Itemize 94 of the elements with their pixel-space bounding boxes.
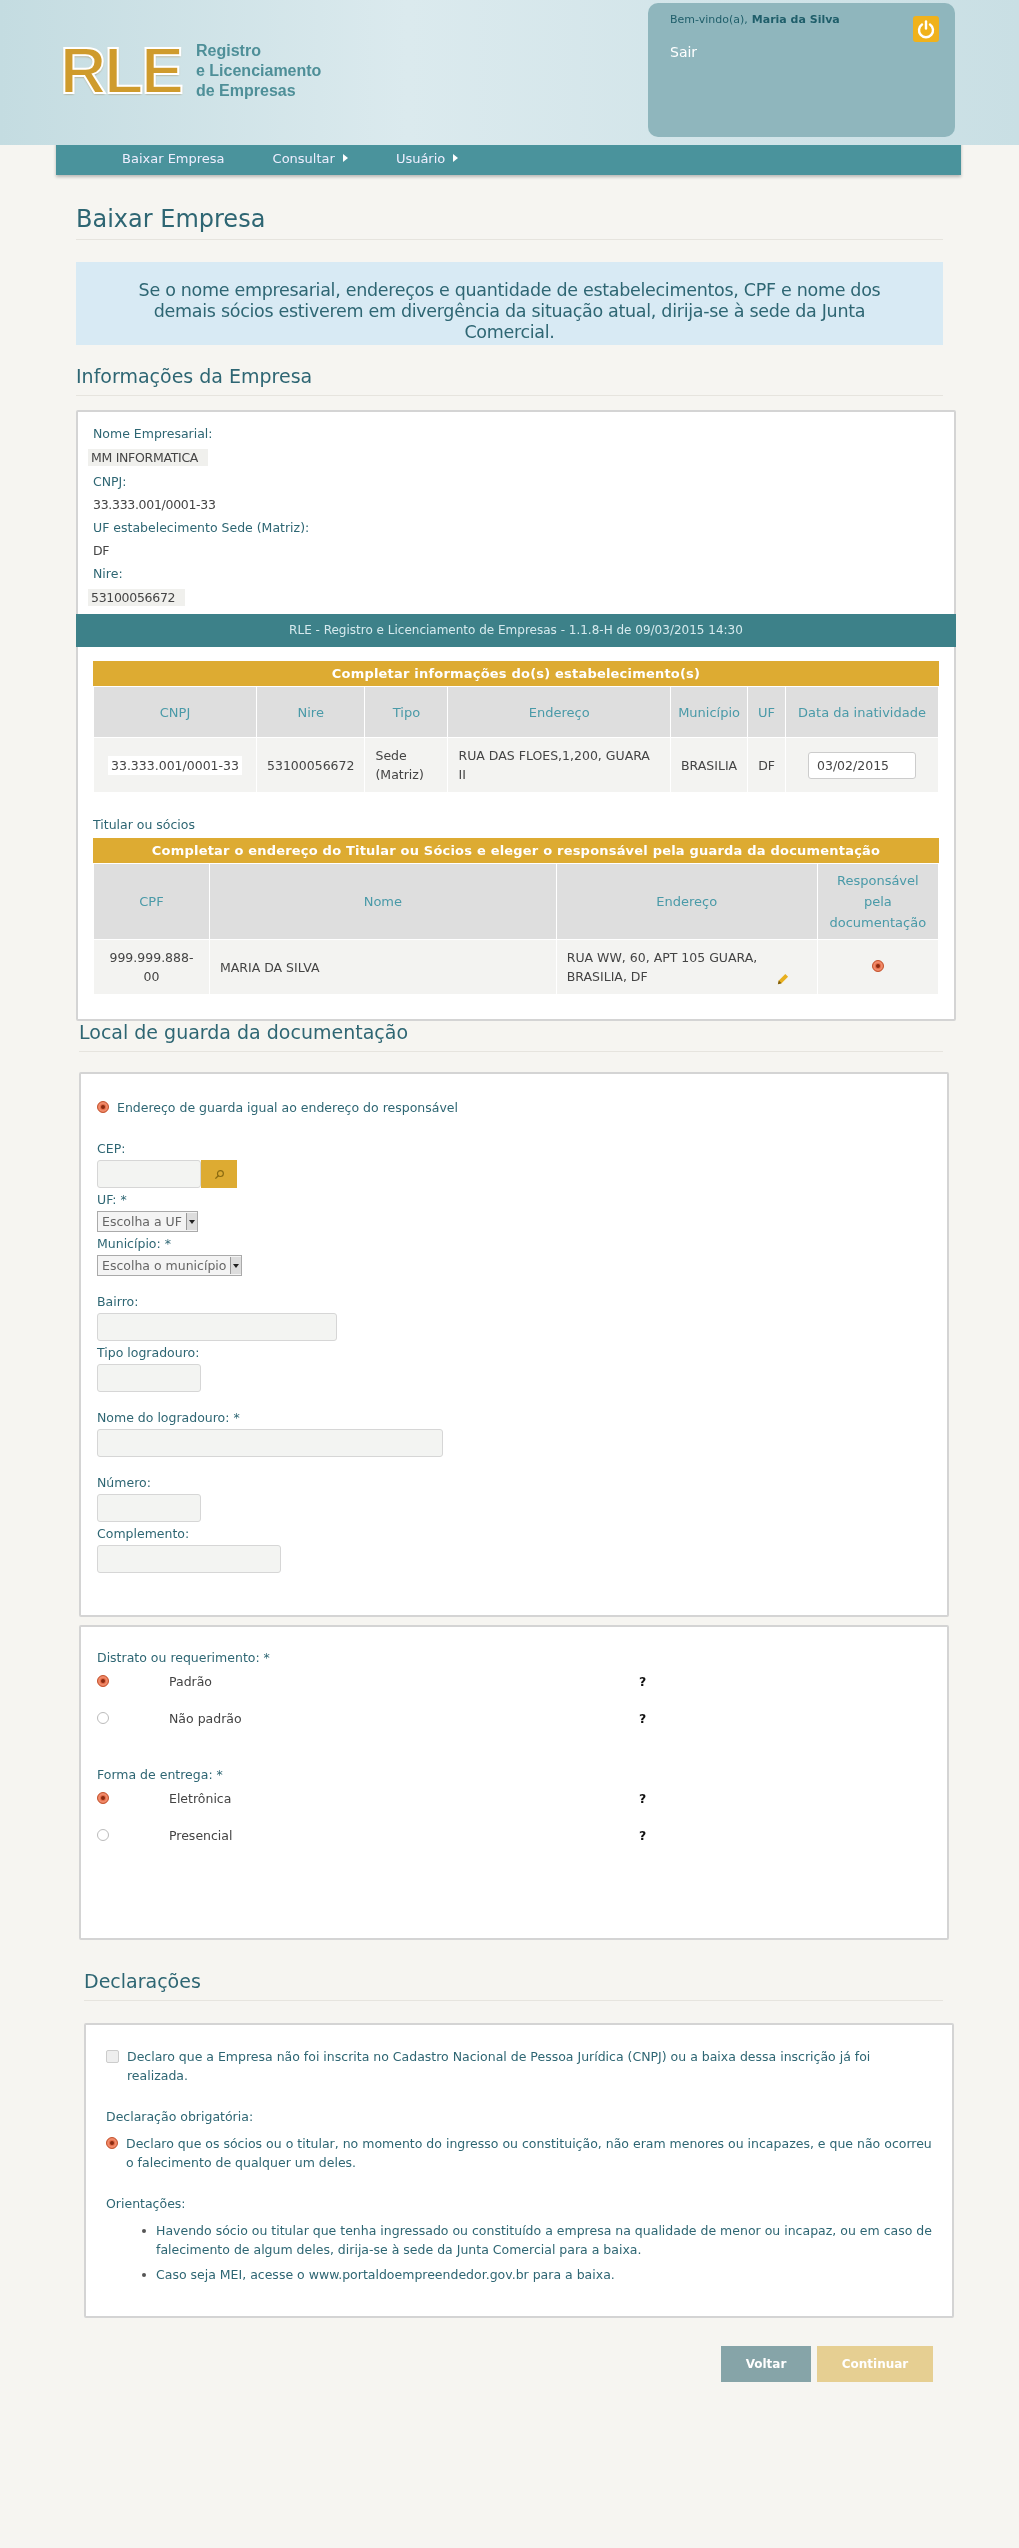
table-cell: Sede (Matriz) — [365, 737, 448, 793]
table-cell: 999.999.888-00 — [93, 939, 210, 995]
cep-field[interactable] — [97, 1160, 201, 1188]
field-value: DF — [93, 543, 110, 558]
welcome-text: Bem-vindo(a), — [670, 13, 748, 26]
help-mark[interactable]: ? — [639, 1710, 647, 1726]
table-cell: BRASILIA — [670, 737, 748, 793]
input-field[interactable] — [97, 1364, 201, 1392]
checkbox[interactable] — [106, 2050, 119, 2063]
input-field[interactable] — [97, 1494, 201, 1522]
radio-label: Presencial — [169, 1827, 234, 1843]
user-name: Maria da Silva — [751, 13, 840, 26]
field-label: Orientações: — [106, 2196, 187, 2211]
radio-button[interactable] — [871, 959, 884, 972]
logo-subtitle: e Licenciamento — [196, 61, 322, 81]
table-cell: RUA DAS FLOES,1,200, GUARA II — [448, 737, 671, 793]
column-header: Data da inatividade — [785, 686, 939, 738]
column-header: Tipo — [365, 686, 448, 738]
field-label: Bairro: — [97, 1294, 139, 1309]
caret-icon — [188, 1219, 195, 1224]
search-icon — [213, 1168, 225, 1180]
search-button[interactable] — [201, 1160, 237, 1188]
notice-banner: Se o nome empresarial, endereços e quantidade de estabelecimentos, CPF e nome dos demais sócios estiverem em divergência da situação atual, dirija-se à sede da Junta Comercial. — [76, 262, 943, 345]
column-header: CPF — [93, 863, 210, 940]
section-title: Informações da Empresa — [76, 365, 943, 396]
column-header: UF — [747, 686, 786, 738]
field-label: Nome do logradouro: * — [97, 1410, 240, 1425]
page-title: Baixar Empresa — [76, 205, 943, 240]
logo-subtitle: de Empresas — [196, 81, 297, 101]
dropdown[interactable]: Escolha a UF — [97, 1211, 198, 1232]
field-label: Município: * — [97, 1236, 171, 1251]
table-cell: 53100056672 — [256, 737, 365, 793]
help-mark[interactable]: ? — [639, 1790, 647, 1806]
caret-icon — [233, 1263, 240, 1268]
radio-button[interactable] — [106, 2137, 118, 2149]
radio-button[interactable] — [97, 1829, 109, 1841]
field-label: Nire: — [93, 566, 123, 581]
radio-button[interactable] — [97, 1101, 109, 1113]
section-title: Local de guarda da documentação — [79, 1021, 943, 1052]
table-cell-text: RUA WW, 60, APT 105 GUARA, BRASILIA, DF — [566, 949, 759, 986]
help-mark[interactable]: ? — [639, 1673, 647, 1689]
field-label: Forma de entrega: * — [97, 1767, 223, 1782]
table-cell: DF — [747, 737, 786, 793]
field-label: Declaração obrigatória: — [106, 2109, 255, 2124]
column-header: Endereço — [556, 863, 818, 940]
radio-label: Eletrônica — [169, 1790, 233, 1806]
date-field[interactable]: 03/02/2015 — [808, 751, 916, 779]
logo: RLE — [60, 34, 182, 108]
input-field[interactable] — [97, 1429, 443, 1457]
nav-item[interactable]: Consultar — [272, 150, 348, 166]
input-field[interactable] — [97, 1545, 281, 1573]
input-field[interactable] — [97, 1313, 337, 1341]
table-cell: MARIA DA SILVA — [209, 939, 557, 995]
table-title: Completar informações do(s) estabelecimento(s) — [93, 661, 939, 686]
column-header: Endereço — [448, 686, 671, 738]
field-label: Nome Empresarial: — [93, 426, 213, 441]
radio-button[interactable] — [97, 1792, 109, 1804]
table-cell: 33.333.001/0001-33 — [108, 755, 242, 775]
guidance-item: Havendo sócio ou titular que tenha ingressado ou constituído a empresa na qualidade de menor ou incapaz, ou em caso de falecimento de algum deles, dirija-se à sede da Junta Comercial para a baixa. — [156, 2222, 932, 2259]
field-label: UF: * — [97, 1192, 127, 1207]
field-label: CNPJ: — [93, 474, 127, 489]
field-label: Tipo logradouro: — [97, 1345, 200, 1360]
field-label: Distrato ou requerimento: * — [97, 1650, 270, 1665]
column-header: CNPJ — [93, 686, 257, 738]
column-header: Nome — [209, 863, 557, 940]
radio-button[interactable] — [97, 1712, 109, 1724]
radio-label: Padrão — [169, 1673, 214, 1689]
section-title: Declarações — [84, 1970, 943, 2001]
pencil-icon[interactable] — [775, 973, 789, 986]
checkbox-label: Declaro que a Empresa não foi inscrita no Cadastro Nacional de Pessoa Jurídica (CNPJ) ou a baixa dessa inscrição já foi realizada. — [127, 2048, 872, 2085]
nav-item[interactable]: Usuário — [395, 150, 459, 166]
help-mark[interactable]: ? — [639, 1827, 647, 1843]
field-label: CEP: — [97, 1141, 126, 1156]
version-bar: RLE - Registro e Licenciamento de Empresas - 1.1.8-H de 09/03/2015 14:30 — [76, 614, 956, 647]
field-value: 53100056672 — [88, 589, 186, 606]
column-header: Responsável pela documentação — [817, 863, 939, 940]
power-icon[interactable] — [913, 16, 939, 42]
field-label: Complemento: — [97, 1526, 190, 1541]
radio-label: Não padrão — [169, 1710, 243, 1726]
dropdown[interactable]: Escolha o município — [97, 1255, 243, 1276]
section-label: Titular ou sócios — [93, 817, 196, 832]
radio-button[interactable] — [97, 1675, 109, 1687]
field-value: MM INFORMATICA — [88, 449, 209, 466]
column-header: Nire — [256, 686, 365, 738]
field-value: 33.333.001/0001-33 — [93, 497, 216, 512]
field-label: UF estabelecimento Sede (Matriz): — [93, 520, 310, 535]
radio-label: Endereço de guarda igual ao endereço do responsável — [117, 1099, 458, 1117]
field-label: Número: — [97, 1475, 151, 1490]
guidance-item: Caso seja MEI, acesse o www.portaldoempreendedor.gov.br para a baixa. — [156, 2266, 615, 2284]
radio-label: Declaro que os sócios ou o titular, no momento do ingresso ou constituição, não eram menores ou incapazes, e que não ocorreu o falecimento de qualquer um deles. — [126, 2135, 932, 2172]
logo-subtitle: Registro — [196, 41, 262, 61]
nav-item[interactable]: Baixar Empresa — [122, 150, 225, 166]
column-header: Município — [670, 686, 748, 738]
table-title: Completar o endereço do Titular ou Sócios e eleger o responsável pela guarda da documentação — [93, 838, 939, 863]
